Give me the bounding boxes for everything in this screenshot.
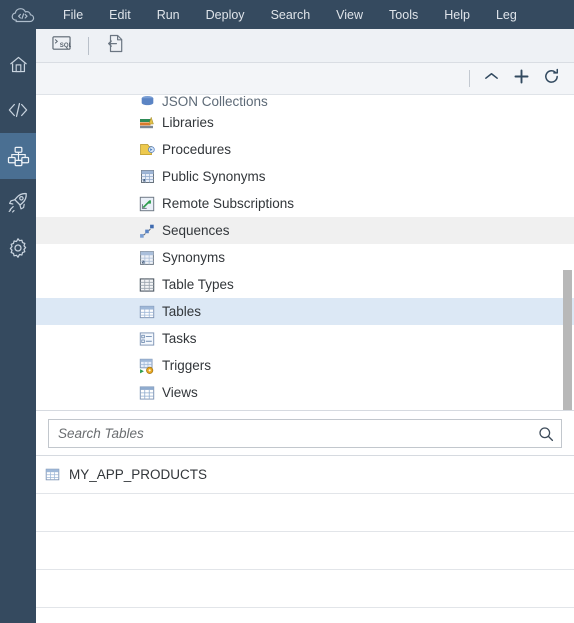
tree-item-public-synonyms[interactable]: a Public Synonyms (36, 163, 574, 190)
tree-item-label: Sequences (162, 223, 230, 238)
menu-run[interactable]: Run (144, 4, 193, 26)
code-icon (7, 100, 29, 120)
tree-item-views[interactable]: Views (36, 379, 574, 406)
tree-item-label: Procedures (162, 142, 232, 157)
tree-scrollbar[interactable] (563, 95, 572, 410)
application-window: File Edit Run Deploy Search View Tools H… (0, 0, 574, 623)
catalog-tree: JSON Collections Libraries Procedures a … (36, 95, 574, 410)
add-button[interactable] (506, 66, 536, 92)
tree-item-label: Libraries (162, 115, 214, 130)
chevron-up-icon (483, 70, 500, 88)
tree-item-label: Public Synonyms (162, 169, 266, 184)
triggers-icon (139, 358, 154, 374)
menu-bar: File Edit Run Deploy Search View Tools H… (0, 0, 574, 29)
import-catalog-icon (107, 34, 125, 58)
table-types-icon (139, 277, 155, 292)
tree-item-label: Tables (162, 304, 202, 319)
open-sql-console-button[interactable]: SQL (46, 33, 76, 59)
remote-subscriptions-icon (139, 196, 155, 211)
tree-item-label: JSON Collections (162, 95, 268, 109)
tree-item-json-collections[interactable]: JSON Collections (36, 95, 574, 109)
catalog-panel: SQL (36, 29, 574, 623)
activity-bar (0, 29, 36, 623)
menu-file[interactable]: File (50, 4, 96, 26)
tasks-icon (139, 331, 155, 346)
gear-icon (7, 237, 29, 259)
activity-home[interactable] (0, 41, 36, 87)
tree-list: JSON Collections Libraries Procedures a … (36, 95, 574, 406)
tree-item-table-types[interactable]: Table Types (36, 271, 574, 298)
menu-help[interactable]: Help (431, 4, 483, 26)
tree-item-label: Synonyms (162, 250, 226, 265)
tree-item-tables[interactable]: Tables (36, 298, 574, 325)
json-collections-icon (139, 95, 155, 109)
table-row (36, 570, 574, 608)
tree-scrollbar-thumb[interactable] (563, 270, 572, 410)
libraries-icon (139, 115, 155, 131)
database-explorer-icon (7, 146, 30, 167)
tree-item-label: Views (162, 385, 198, 400)
tree-item-label: Remote Subscriptions (162, 196, 295, 211)
activity-deploy[interactable] (0, 179, 36, 225)
search-tables-box[interactable] (48, 419, 562, 448)
svg-text:SQL: SQL (59, 42, 70, 49)
views-icon (139, 385, 155, 400)
tree-item-triggers[interactable]: Triggers (36, 352, 574, 379)
toolbar-separator (88, 36, 89, 55)
table-row-label: MY_APP_PRODUCTS (69, 467, 208, 482)
svg-text:a: a (142, 178, 145, 184)
table-row[interactable]: MY_APP_PRODUCTS (36, 456, 574, 494)
menu-view[interactable]: View (323, 4, 376, 26)
import-catalog-button[interactable] (101, 33, 131, 59)
tables-icon (139, 305, 155, 318)
tree-item-sequences[interactable]: Sequences (36, 217, 574, 244)
menu-edit[interactable]: Edit (96, 4, 144, 26)
refresh-button[interactable] (536, 66, 566, 92)
panel-toolbar-primary: SQL (36, 29, 574, 63)
tree-item-synonyms[interactable]: a Synonyms (36, 244, 574, 271)
menu-search[interactable]: Search (258, 4, 324, 26)
search-area (36, 410, 574, 455)
toolbar-separator-secondary (469, 70, 470, 87)
table-icon (44, 467, 60, 483)
tree-item-label: Triggers (162, 358, 212, 373)
search-icon[interactable] (538, 426, 554, 442)
sql-console-icon: SQL (51, 35, 72, 56)
table-row (36, 494, 574, 532)
activity-database-explorer[interactable] (0, 133, 36, 179)
menu-tools[interactable]: Tools (376, 4, 431, 26)
public-synonyms-icon: a (139, 169, 155, 185)
body-region: SQL (0, 29, 574, 623)
menu-deploy[interactable]: Deploy (193, 4, 258, 26)
menu-legal[interactable]: Leg (483, 4, 530, 26)
results-list: MY_APP_PRODUCTS (36, 455, 574, 623)
synonyms-icon: a (140, 250, 154, 265)
tree-item-procedures[interactable]: Procedures (36, 136, 574, 163)
cloud-code-logo[interactable] (6, 0, 40, 29)
activity-settings[interactable] (0, 225, 36, 271)
tree-item-tasks[interactable]: Tasks (36, 325, 574, 352)
table-row (36, 532, 574, 570)
panel-toolbar-secondary (36, 63, 574, 95)
tree-item-libraries[interactable]: Libraries (36, 109, 574, 136)
refresh-icon (543, 68, 560, 90)
menu-items: File Edit Run Deploy Search View Tools H… (50, 4, 530, 26)
tree-item-remote-subscriptions[interactable]: Remote Subscriptions (36, 190, 574, 217)
table-row (36, 608, 574, 623)
plus-icon (513, 68, 530, 90)
collapse-all-button[interactable] (476, 66, 506, 92)
rocket-icon (7, 191, 29, 213)
tree-item-label: Table Types (162, 277, 234, 292)
home-icon (8, 54, 29, 75)
search-input[interactable] (58, 426, 531, 441)
sequences-icon (140, 224, 154, 238)
procedures-icon (139, 142, 155, 158)
tree-item-label: Tasks (162, 331, 197, 346)
svg-text:a: a (142, 259, 145, 265)
activity-code[interactable] (0, 87, 36, 133)
